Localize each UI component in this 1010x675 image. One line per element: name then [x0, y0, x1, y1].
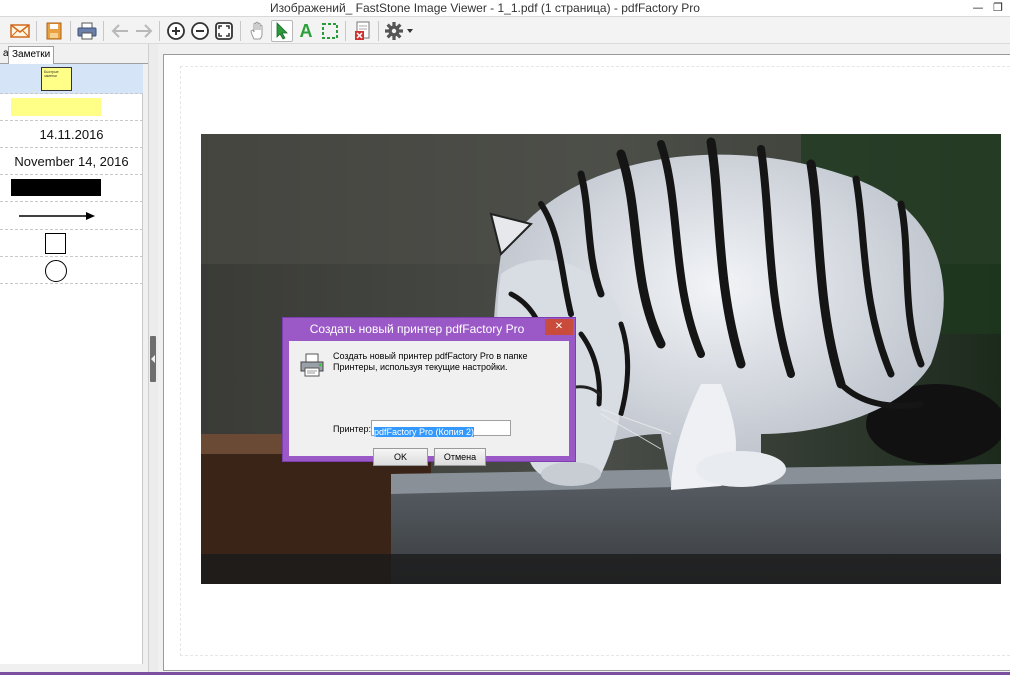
select-arrow-icon[interactable]	[271, 20, 293, 42]
note-item-sticky[interactable]: Быстрые заметки	[0, 64, 143, 94]
zoom-out-icon[interactable]	[189, 20, 211, 42]
sticky-note-text: Быстрые заметки	[44, 70, 59, 78]
note-item-date-short[interactable]: 14.11.2016	[0, 121, 143, 148]
arrow-line-icon	[19, 212, 95, 220]
delete-page-icon[interactable]	[352, 20, 374, 42]
title-bar: Изображений_ FastStone Image Viewer - 1_…	[0, 0, 1010, 17]
dialog-title-bar: Создать новый принтер pdfFactory Pro ✕	[283, 318, 575, 340]
rectangle-icon	[45, 233, 66, 254]
circle-icon	[45, 260, 67, 282]
tab-notes[interactable]: Заметки	[8, 46, 55, 64]
toolbar-separator	[36, 21, 37, 41]
print-icon[interactable]	[76, 20, 98, 42]
toolbar-separator	[103, 21, 104, 41]
panel-tabs: а Заметки	[0, 44, 148, 64]
note-item-rectangle[interactable]	[0, 230, 143, 257]
cancel-button[interactable]: Отмена	[434, 448, 486, 466]
restore-button[interactable]: ❐	[990, 1, 1006, 15]
dialog-close-button[interactable]: ✕	[545, 319, 573, 335]
toolbar-separator	[70, 21, 71, 41]
mail-icon[interactable]	[9, 20, 31, 42]
dialog-title: Создать новый принтер pdfFactory Pro	[309, 322, 525, 336]
back-arrow-icon[interactable]	[109, 20, 131, 42]
settings-gear-icon[interactable]	[384, 20, 414, 42]
text-tool-icon[interactable]: A	[295, 20, 317, 42]
printer-name-selected-text: pdfFactory Pro (Копия 2)	[374, 427, 475, 437]
black-box-swatch	[11, 179, 101, 196]
toolbar-separator	[240, 21, 241, 41]
printer-label: Принтер:	[333, 424, 372, 434]
minimize-button[interactable]: —	[970, 1, 986, 15]
printer-name-input[interactable]: pdfFactory Pro (Копия 2)	[371, 420, 511, 437]
notes-list: Быстрые заметки 14.11.2016 November 14, …	[0, 64, 143, 664]
zoom-in-icon[interactable]	[165, 20, 187, 42]
marquee-select-icon[interactable]	[319, 20, 341, 42]
note-item-arrow[interactable]	[0, 202, 143, 230]
date-long-text: November 14, 2016	[14, 154, 129, 169]
toolbar-separator	[378, 21, 379, 41]
window-title: Изображений_ FastStone Image Viewer - 1_…	[270, 1, 700, 15]
dialog-body: Создать новый принтер pdfFactory Pro в п…	[289, 341, 569, 466]
sticky-note-icon: Быстрые заметки	[41, 67, 72, 91]
date-short-text: 14.11.2016	[39, 127, 104, 142]
create-printer-dialog: Создать новый принтер pdfFactory Pro ✕ С…	[282, 317, 576, 466]
highlight-swatch	[11, 98, 101, 116]
hand-tool-icon[interactable]	[247, 20, 269, 42]
toolbar-separator	[345, 21, 346, 41]
note-item-highlight[interactable]	[0, 94, 143, 121]
printer-icon	[300, 353, 324, 377]
save-icon[interactable]	[43, 20, 65, 42]
note-item-circle[interactable]	[0, 257, 143, 284]
forward-arrow-icon[interactable]	[133, 20, 155, 42]
toolbar-separator	[159, 21, 160, 41]
splitter-collapse-handle[interactable]	[150, 336, 156, 382]
notes-panel: а Заметки Быстрые заметки 14.11.2016 Nov…	[0, 44, 148, 675]
toolbar: A	[0, 17, 1010, 44]
ok-button[interactable]: OK	[373, 448, 428, 466]
note-item-date-long[interactable]: November 14, 2016	[0, 148, 143, 175]
dialog-message: Создать новый принтер pdfFactory Pro в п…	[333, 351, 528, 372]
fit-page-icon[interactable]	[213, 20, 235, 42]
note-item-black-box[interactable]	[0, 175, 143, 202]
app-window: Изображений_ FastStone Image Viewer - 1_…	[0, 0, 1010, 675]
